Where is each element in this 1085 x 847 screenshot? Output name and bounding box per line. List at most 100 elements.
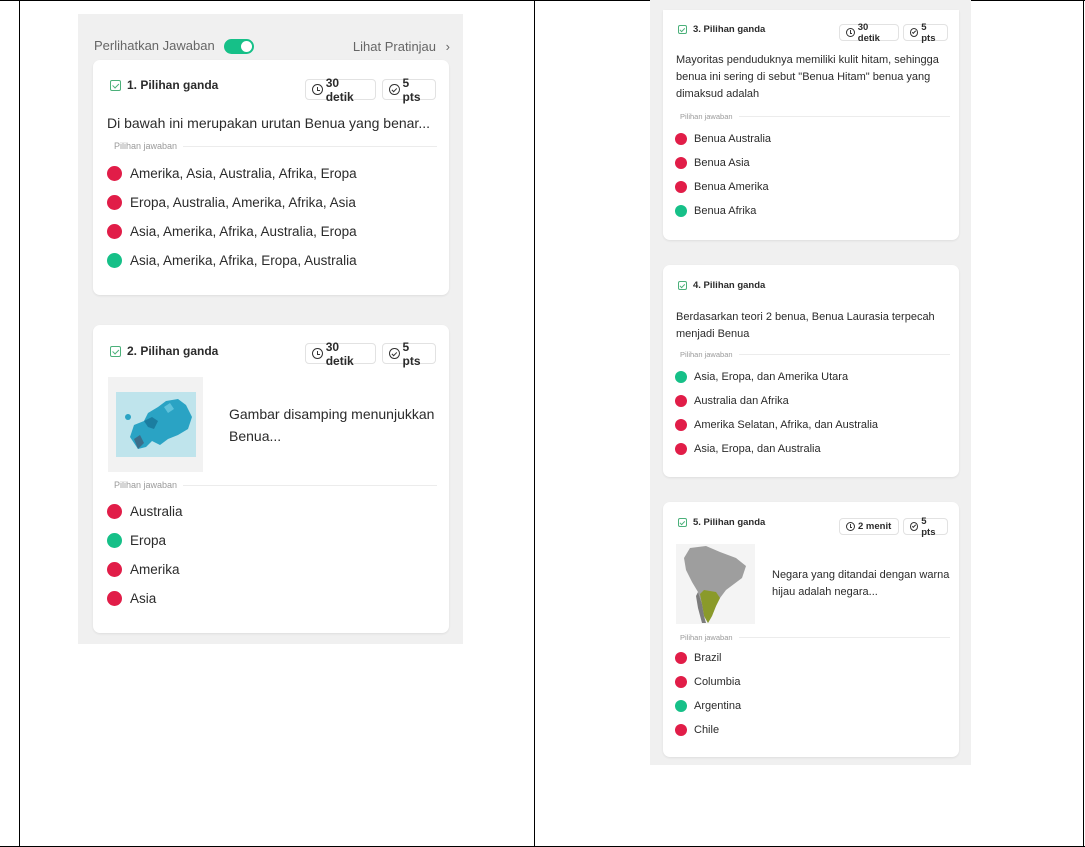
- show-answers-toggle-row[interactable]: Perlihatkan Jawaban: [94, 38, 255, 55]
- option-label: Argentina: [694, 700, 742, 712]
- answer-option[interactable]: Australia: [107, 504, 183, 519]
- preview-label: Lihat Pratinjau: [352, 38, 437, 54]
- answer-option[interactable]: Asia, Eropa, dan Australia: [675, 443, 821, 455]
- points-badge[interactable]: 5 pts: [382, 340, 436, 368]
- option-label: Australia dan Afrika: [694, 395, 789, 407]
- points-value: 5 pts: [921, 21, 936, 44]
- time-value: 2 menit: [858, 521, 892, 532]
- incorrect-dot-icon: [107, 166, 122, 181]
- time-badge[interactable]: 30 detik: [839, 22, 899, 44]
- incorrect-dot-icon: [675, 157, 687, 169]
- option-label: Amerika Selatan, Afrika, dan Australia: [694, 419, 879, 431]
- south-america-map-image: [676, 544, 755, 624]
- options-label-row: Pilihan jawaban: [680, 633, 950, 642]
- show-answers-label: Perlihatkan Jawaban: [94, 38, 215, 53]
- points-value: 5 pts: [921, 515, 936, 538]
- answer-option[interactable]: Eropa, Australia, Amerika, Afrika, Asia: [107, 195, 356, 210]
- option-label: Benua Afrika: [694, 205, 757, 217]
- right-screenshot: 3. Pilihan ganda 30 detik 5 pts Mayorita…: [650, 0, 971, 765]
- south-america-map-icon: [676, 544, 755, 624]
- answer-option[interactable]: Australia dan Afrika: [675, 395, 789, 407]
- options-label: Pilihan jawaban: [680, 112, 733, 121]
- clock-icon: [312, 84, 323, 95]
- divider: [183, 145, 437, 147]
- answer-option[interactable]: Benua Afrika: [675, 205, 756, 217]
- show-answers-toggle[interactable]: [224, 39, 255, 55]
- correct-dot-icon: [675, 205, 687, 217]
- option-label: Eropa: [130, 533, 167, 548]
- option-label: Amerika: [130, 562, 180, 577]
- answer-option[interactable]: Columbia: [675, 676, 740, 688]
- incorrect-dot-icon: [675, 395, 687, 407]
- checkbox-icon: [678, 25, 687, 34]
- points-badge[interactable]: 5 pts: [382, 76, 436, 104]
- incorrect-dot-icon: [675, 181, 687, 193]
- divider: [183, 484, 437, 486]
- question-text: Gambar disamping menunjukkan Benua...: [229, 406, 435, 444]
- answer-option[interactable]: Asia, Amerika, Afrika, Australia, Eropa: [107, 224, 357, 239]
- answer-option[interactable]: Benua Amerika: [675, 181, 769, 193]
- answer-option[interactable]: Benua Asia: [675, 157, 750, 169]
- answer-option[interactable]: Asia, Eropa, dan Amerika Utara: [675, 371, 848, 383]
- option-label: Asia: [130, 591, 157, 606]
- check-circle-icon: [389, 84, 400, 95]
- answer-option[interactable]: Benua Australia: [675, 133, 771, 145]
- question-card-2: 2. Pilihan ganda 30 detik 5 pts Gambar d…: [93, 325, 449, 633]
- question-text: Berdasarkan teori 2 benua, Benua Laurasi…: [676, 311, 935, 341]
- answer-option[interactable]: Eropa: [107, 533, 166, 548]
- incorrect-dot-icon: [675, 724, 687, 736]
- question-title: 5. Pilihan ganda: [693, 517, 766, 528]
- table-border-right: [1083, 0, 1084, 847]
- divider: [738, 116, 950, 117]
- incorrect-dot-icon: [675, 133, 687, 145]
- points-badge[interactable]: 5 pts: [903, 21, 948, 44]
- incorrect-dot-icon: [675, 419, 687, 431]
- answer-option[interactable]: Argentina: [675, 700, 741, 712]
- options-label-row: Pilihan jawaban: [114, 480, 437, 490]
- answer-option[interactable]: Amerika Selatan, Afrika, dan Australia: [675, 419, 878, 431]
- europe-map-icon: [116, 392, 196, 457]
- option-label: Amerika, Asia, Australia, Afrika, Eropa: [130, 166, 357, 181]
- option-label: Columbia: [694, 676, 741, 688]
- points-badge[interactable]: 5 pts: [903, 515, 948, 538]
- answer-option[interactable]: Amerika, Asia, Australia, Afrika, Eropa: [107, 166, 357, 181]
- preview-link[interactable]: Lihat Pratinjau ›: [353, 39, 450, 54]
- table-border-middle: [534, 0, 535, 847]
- option-label: Asia, Amerika, Afrika, Eropa, Australia: [130, 253, 357, 268]
- answer-option[interactable]: Chile: [675, 724, 719, 736]
- left-screenshot: Perlihatkan Jawaban Lihat Pratinjau › 1.…: [78, 14, 463, 644]
- answer-option[interactable]: Asia, Amerika, Afrika, Eropa, Australia: [107, 253, 357, 268]
- correct-dot-icon: [675, 700, 687, 712]
- clock-icon: [312, 348, 323, 359]
- answers-topbar: Perlihatkan Jawaban Lihat Pratinjau ›: [94, 38, 450, 55]
- question-title: 4. Pilihan ganda: [693, 280, 766, 291]
- question-text: Di bawah ini merupakan urutan Benua yang…: [107, 115, 430, 131]
- answer-option[interactable]: Brazil: [675, 652, 722, 664]
- checkbox-icon: [678, 281, 687, 290]
- answer-option[interactable]: Asia: [107, 591, 156, 606]
- correct-dot-icon: [107, 253, 122, 268]
- answer-option[interactable]: Amerika: [107, 562, 180, 577]
- question-title: 1. Pilihan ganda: [127, 78, 219, 92]
- incorrect-dot-icon: [107, 224, 122, 239]
- option-label: Benua Amerika: [694, 181, 769, 193]
- options-label: Pilihan jawaban: [680, 350, 733, 359]
- checkbox-icon: [110, 79, 121, 91]
- question-header: 2. Pilihan ganda: [110, 344, 218, 358]
- time-badge[interactable]: 2 menit: [839, 518, 899, 535]
- question-header: 5. Pilihan ganda: [678, 517, 765, 528]
- options-label-row: Pilihan jawaban: [680, 350, 950, 359]
- question-header: 3. Pilihan ganda: [678, 24, 765, 35]
- option-label: Benua Australia: [694, 133, 772, 145]
- options-label-row: Pilihan jawaban: [680, 112, 950, 121]
- incorrect-dot-icon: [675, 676, 687, 688]
- points-value: 5 pts: [402, 339, 421, 368]
- question-header: 4. Pilihan ganda: [678, 280, 765, 291]
- question-card-4: 4. Pilihan ganda Berdasarkan teori 2 ben…: [663, 265, 959, 477]
- option-label: Asia, Amerika, Afrika, Australia, Eropa: [130, 224, 357, 239]
- question-header: 1. Pilihan ganda: [110, 78, 218, 92]
- question-text: Negara yang ditandai dengan warna hijau …: [772, 569, 950, 599]
- time-badge[interactable]: 30 detik: [305, 340, 376, 368]
- time-badge[interactable]: 30 detik: [305, 76, 376, 104]
- chevron-right-icon: ›: [445, 38, 450, 54]
